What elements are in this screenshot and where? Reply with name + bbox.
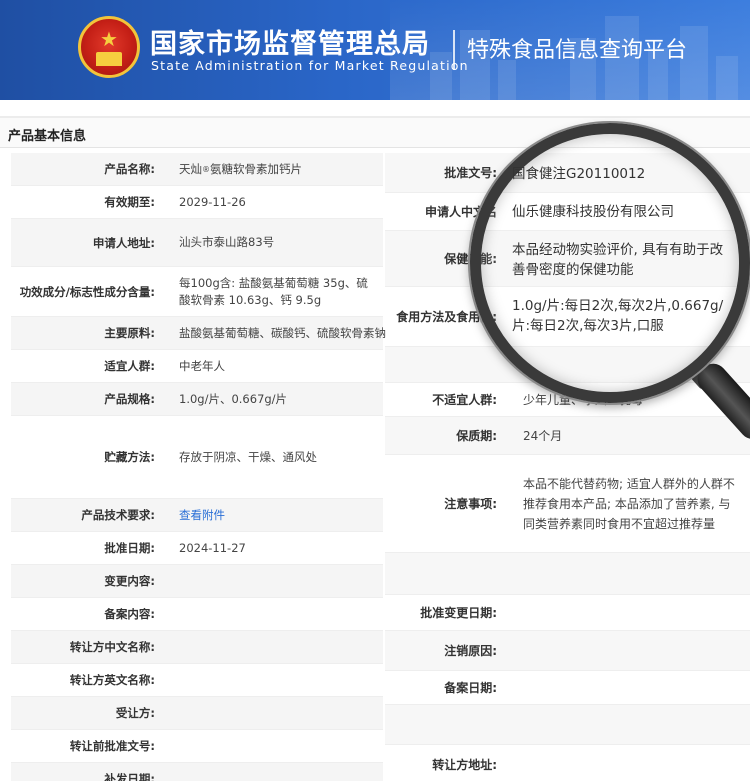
row-label: 变更内容: [104,574,155,588]
row-label: 产品规格: [104,392,155,406]
row-label: 不适宜人群: [432,393,497,407]
magnified-health-function: 本品经动物实验评价, 具有有助于改善骨密度的保健功能 [512,242,724,278]
info-row-filing-date: 备案日期: [385,671,750,705]
row-value [179,598,379,630]
row-value [179,730,379,762]
row-label: 适宜人群: [104,359,155,373]
row-value [179,565,379,597]
product-name-value: 天灿 ® 氨糖软骨素加钙片 [179,153,379,185]
row-label: 备案内容: [104,607,155,621]
row-value: 中老年人 [179,358,225,373]
info-row-change-content: 变更内容: [11,565,383,598]
info-row-blank [385,705,750,745]
row-label [385,553,497,594]
info-row-transferor-name-en: 转让方英文名称: [11,664,383,697]
row-value: 1.0g/片、0.667g/片 [179,391,288,406]
row-label: 受让方: [115,706,155,720]
info-row-suitable-people: 适宜人群: 中老年人 [11,350,383,383]
national-emblem-icon: ★ [78,16,140,78]
row-value [523,671,741,704]
row-label: 产品技术要求: [81,508,155,522]
row-value: 盐酸氨基葡萄糖、碳酸钙、硫酸软骨素钠 [179,325,386,340]
platform-title: 特殊食品信息查询平台 [467,38,688,63]
info-row-transferor-name-cn: 转让方中文名称: [11,631,383,664]
info-row-blank [385,553,750,595]
magnified-applicant: 仙乐健康科技股份有限公司 [512,204,674,220]
row-value: 24个月 [523,428,563,443]
row-label [385,705,497,744]
info-row-main-materials: 主要原料: 盐酸氨基葡萄糖、碳酸钙、硫酸软骨素钠 [11,317,386,350]
row-label: 转让方英文名称: [69,673,155,687]
info-row-specification: 产品规格: 1.0g/片、0.667g/片 [11,383,383,416]
row-label: 备案日期: [444,681,497,695]
row-value [179,697,379,729]
row-value [523,705,741,744]
magnified-dosage: 1.0g/片:每日2次,每次2片,0.667g/片:每日2次,每次3片,口服 [512,298,724,334]
row-label [385,347,497,382]
site-header: ★ 国家市场监督管理总局 State Administration for Ma… [0,0,750,100]
agency-name-cn: 国家市场监督管理总局 [150,29,430,60]
info-row-reissue-date: 补发日期: [11,763,383,781]
info-row-product-name: 产品名称: 天灿 ® 氨糖软骨素加钙片 [11,153,383,186]
row-label: 功效成分/标志性成分含量: [19,284,155,299]
row-label: 保质期: [456,429,497,443]
row-value: 汕头市泰山路83号 [179,235,275,249]
agency-name-en: State Administration for Market Regulati… [151,58,469,73]
row-label: 有效期至: [104,195,155,209]
info-row-transferor-address: 转让方地址: [385,745,750,781]
section-title: 产品基本信息 [8,129,87,144]
row-value [179,664,379,696]
info-row-approval-date: 批准日期: 2024-11-27 [11,532,383,565]
row-label: 主要原料: [104,326,155,340]
info-row-filing-content: 备案内容: [11,598,383,631]
info-row-expiry: 有效期至: 2029-11-26 [11,186,383,219]
row-label: 转让方中文名称: [69,640,155,654]
magnified-approval-no: 国食健注G20110012 [512,166,646,182]
info-row-storage: 贮藏方法: 存放于阴凉、干燥、通风处 [11,416,383,499]
info-row-shelf-life: 保质期: 24个月 [385,417,750,455]
row-label: 转让前批准文号: [69,739,155,753]
row-label: 转让方地址: [432,758,497,772]
row-value [523,745,741,781]
info-row-tech-requirements: 产品技术要求: 查看附件 [11,499,383,532]
info-row-applicant-address: 申请人地址: 汕头市泰山路83号 [11,219,383,267]
product-info-left-column: 产品名称: 天灿 ® 氨糖软骨素加钙片 有效期至: 2029-11-26 申请人地址… [11,153,386,781]
info-row-transferee: 受让方: [11,697,383,730]
row-label: 补发日期: [104,772,155,781]
info-row-ingredients-content: 功效成分/标志性成分含量: 每100g含: 盐酸氨基葡萄糖 35g、硫酸软骨素 … [11,267,383,317]
row-label: 产品名称: [104,162,155,176]
row-value [523,553,741,594]
info-row-precautions: 注意事项: 本品不能代替药物; 适宜人群外的人群不推荐食用本产品; 本品添加了营… [385,455,750,553]
info-row-change-approval-date: 批准变更日期: [385,595,750,631]
row-value: 存放于阴凉、干燥、通风处 [179,449,317,464]
row-value [179,763,379,781]
row-value: 本品不能代替药物; 适宜人群外的人群不推荐食用本产品; 本品添加了营养素, 与同… [523,476,735,531]
brand-rest: 氨糖软骨素加钙片 [210,161,302,176]
row-label: 批准变更日期: [420,606,497,620]
row-value [523,631,741,670]
row-value: 每100g含: 盐酸氨基葡萄糖 35g、硫酸软骨素 10.63g、钙 9.5g [179,275,368,307]
registered-mark: ® [202,164,210,174]
row-value [179,631,379,663]
row-label: 批准日期: [104,541,155,555]
row-value: 2024-11-27 [179,540,246,555]
row-value [523,595,741,630]
row-label: 批准文号: [444,166,497,180]
info-row-cancel-reason: 注销原因: [385,631,750,671]
info-row-pre-transfer-approval-no: 转让前批准文号: [11,730,383,763]
brand-name: 天灿 [179,161,202,176]
header-divider [453,30,455,70]
row-label: 贮藏方法: [104,450,155,464]
row-label: 注意事项: [444,497,497,511]
row-label: 申请人地址: [92,235,155,250]
row-label: 注销原因: [444,644,497,658]
view-attachment-link[interactable]: 查看附件 [179,499,379,531]
row-value: 2029-11-26 [179,194,246,209]
